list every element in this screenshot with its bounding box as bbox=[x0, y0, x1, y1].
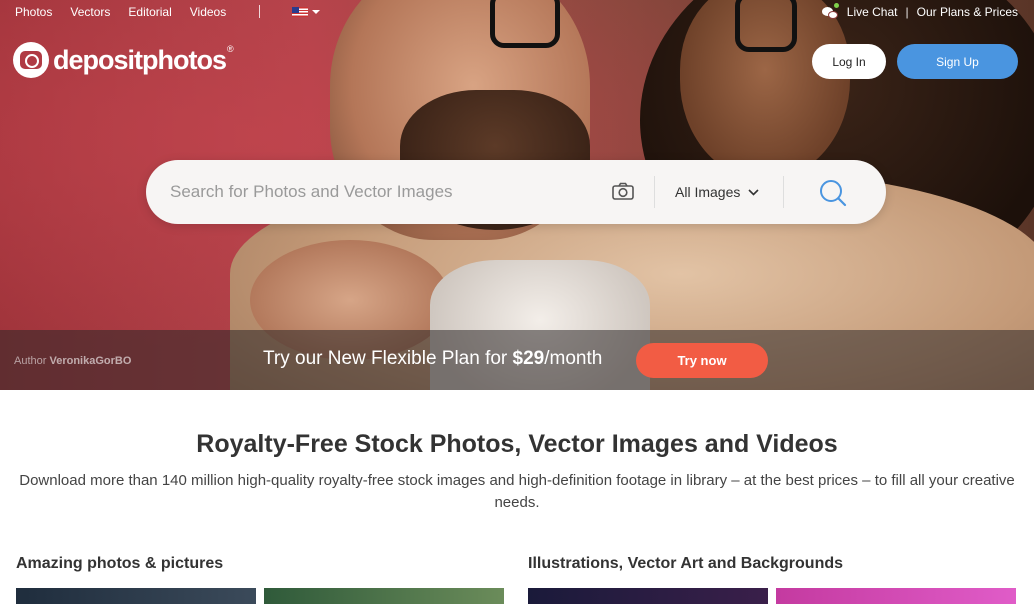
logo-registered-mark: ® bbox=[226, 44, 234, 54]
author-label: Author bbox=[14, 355, 47, 367]
photo-thumbnail[interactable] bbox=[264, 588, 504, 604]
nav-link-videos[interactable]: Videos bbox=[190, 5, 226, 19]
photo-author: Author VeronikaGorBO bbox=[14, 355, 131, 367]
search-divider bbox=[783, 176, 784, 208]
login-button[interactable]: Log In bbox=[812, 44, 886, 79]
section-title-illustrations: Illustrations, Vector Art and Background… bbox=[528, 555, 844, 572]
search-input[interactable] bbox=[170, 178, 590, 206]
illustration-thumbnail[interactable] bbox=[528, 588, 768, 604]
promo-text-pre: Try our New Flexible Plan for bbox=[263, 348, 513, 369]
page-title: Royalty-Free Stock Photos, Vector Images… bbox=[196, 430, 838, 458]
nav-divider bbox=[259, 5, 260, 18]
nav-link-photos[interactable]: Photos bbox=[15, 5, 52, 19]
logo-text: depositphotos bbox=[53, 44, 227, 75]
signup-button[interactable]: Sign Up bbox=[897, 44, 1018, 79]
us-flag-icon[interactable] bbox=[292, 7, 308, 17]
nav-link-vectors[interactable]: Vectors bbox=[70, 5, 110, 19]
live-chat-link[interactable]: Live Chat bbox=[847, 5, 898, 19]
nav-link-editorial[interactable]: Editorial bbox=[128, 5, 171, 19]
top-right-links: Live Chat | Our Plans & Prices bbox=[821, 3, 1018, 19]
search-divider bbox=[654, 176, 655, 208]
page-subtitle: Download more than 140 million high-qual… bbox=[19, 472, 1015, 511]
photo-thumbnail[interactable] bbox=[16, 588, 256, 604]
promo-price: $29 bbox=[512, 348, 545, 369]
image-type-select[interactable]: All Images bbox=[675, 184, 759, 200]
top-nav: Photos Vectors Editorial Videos Live Cha… bbox=[0, 0, 1034, 26]
camera-search-icon[interactable] bbox=[612, 182, 634, 200]
image-type-label: All Images bbox=[675, 184, 741, 200]
nav-links: Photos Vectors Editorial Videos bbox=[15, 5, 244, 19]
promo-text: Try our New Flexible Plan for $29/month bbox=[263, 348, 602, 370]
caret-down-icon[interactable] bbox=[312, 10, 320, 14]
author-name[interactable]: VeronikaGorBO bbox=[49, 355, 131, 367]
chat-icon[interactable] bbox=[821, 3, 839, 19]
camera-logo-icon bbox=[13, 42, 49, 78]
search-bar: All Images bbox=[146, 160, 886, 224]
illustration-thumbnail[interactable] bbox=[776, 588, 1016, 604]
depositphotos-logo[interactable]: depositphotos ® bbox=[13, 42, 234, 78]
section-title-photos: Amazing photos & pictures bbox=[16, 555, 224, 572]
plans-prices-link[interactable]: Our Plans & Prices bbox=[917, 5, 1018, 19]
promo-text-post: /month bbox=[544, 348, 603, 369]
search-icon[interactable] bbox=[818, 178, 848, 208]
try-now-button[interactable]: Try now bbox=[636, 343, 768, 378]
nav-separator: | bbox=[905, 5, 909, 19]
promo-bar: Author VeronikaGorBO Try our New Flexibl… bbox=[0, 330, 1034, 390]
chevron-down-icon bbox=[748, 188, 759, 196]
